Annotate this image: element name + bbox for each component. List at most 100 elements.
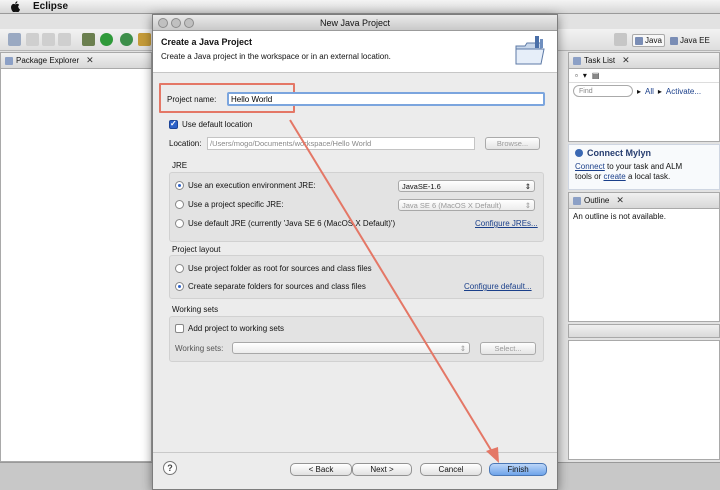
radio-icon[interactable] xyxy=(175,282,184,291)
project-specific-jre-select[interactable]: Java SE 6 (MacOS X Default) ⇕ xyxy=(398,199,535,211)
print-icon[interactable] xyxy=(58,33,71,46)
menu-dropdown-icon[interactable]: ▾ xyxy=(583,71,587,80)
task-list-view: Task List ✕ ▫ ▾ ▤ Find ▸ All ▸ Activate.… xyxy=(568,52,720,142)
java-perspective-icon xyxy=(635,36,643,45)
close-icon[interactable]: ✕ xyxy=(616,195,624,206)
mylyn-body: Connect to your task and ALM tools or cr… xyxy=(575,162,683,181)
package-explorer-icon xyxy=(5,56,13,65)
activate-link[interactable]: Activate... xyxy=(666,87,701,96)
wizard-heading: Create a Java Project xyxy=(161,37,253,47)
project-layout-label: Project layout xyxy=(172,245,221,254)
package-explorer-view: Package Explorer ✕ xyxy=(0,52,152,462)
bottom-view-area xyxy=(568,340,720,460)
project-name-label: Project name: xyxy=(167,94,217,104)
location-label: Location: xyxy=(169,139,202,148)
jre-group: Use an execution environment JRE: JavaSE… xyxy=(169,172,544,242)
use-default-location-checkbox[interactable] xyxy=(169,119,178,129)
new-java-class-icon[interactable] xyxy=(138,33,151,46)
layout-option-root-folder[interactable]: Use project folder as root for sources a… xyxy=(175,264,372,273)
radio-icon[interactable] xyxy=(175,181,184,190)
connect-link[interactable]: Connect xyxy=(575,162,605,171)
new-icon[interactable] xyxy=(8,33,21,46)
all-link[interactable]: All xyxy=(645,87,654,96)
perspective-java-button[interactable]: Java xyxy=(632,34,665,47)
configure-default-link[interactable]: Configure default... xyxy=(464,282,532,291)
cancel-button[interactable]: Cancel xyxy=(420,463,482,476)
open-perspective-icon[interactable] xyxy=(614,33,627,46)
add-to-working-sets-checkbox[interactable] xyxy=(175,324,184,333)
outline-view: Outline ✕ An outline is not available. xyxy=(568,192,720,322)
task-list-filter: Find ▸ All ▸ Activate... xyxy=(569,83,719,99)
wizard-banner: Create a Java Project Create a Java proj… xyxy=(153,31,557,73)
jre-option-execution-env[interactable]: Use an execution environment JRE: xyxy=(175,181,316,190)
finish-button[interactable]: Finish xyxy=(489,463,547,476)
back-button[interactable]: < Back xyxy=(290,463,352,476)
wizard-description: Create a Java project in the workspace o… xyxy=(161,52,391,61)
working-sets-label: Working sets xyxy=(172,305,219,314)
javaee-perspective-icon xyxy=(670,36,678,45)
add-to-working-sets-row: Add project to working sets xyxy=(175,324,284,333)
updown-chevron-icon: ⇕ xyxy=(524,200,531,210)
radio-icon[interactable] xyxy=(175,219,184,228)
close-window-button[interactable] xyxy=(158,18,168,28)
working-sets-select[interactable]: ⇕ xyxy=(232,342,470,354)
close-icon[interactable]: ✕ xyxy=(622,55,630,66)
updown-chevron-icon: ⇕ xyxy=(524,181,531,191)
select-button[interactable]: Select... xyxy=(480,342,536,355)
connect-mylyn-panel: Connect Mylyn Connect to your task and A… xyxy=(568,144,720,190)
jre-option-default[interactable]: Use default JRE (currently 'Java SE 6 (M… xyxy=(175,219,395,228)
perspective-javaee-button[interactable]: Java EE xyxy=(670,34,710,47)
create-link[interactable]: create xyxy=(603,172,625,181)
updown-chevron-icon: ⇕ xyxy=(459,343,466,353)
info-icon xyxy=(575,149,583,157)
apple-logo-icon[interactable] xyxy=(10,1,22,12)
dialog-title: New Java Project xyxy=(319,18,391,28)
outline-message: An outline is not available. xyxy=(573,212,666,221)
external-tools-icon[interactable] xyxy=(120,33,133,46)
use-default-location-row: Use default location xyxy=(169,119,252,129)
task-list-icon xyxy=(573,56,581,65)
right-panel: Task List ✕ ▫ ▾ ▤ Find ▸ All ▸ Activate.… xyxy=(568,52,720,462)
wizard-footer: ? < Back Next > Cancel Finish xyxy=(153,452,557,489)
mylyn-title: Connect Mylyn xyxy=(575,148,713,158)
working-sets-group: Add project to working sets Working sets… xyxy=(169,316,544,362)
working-sets-field-label: Working sets: xyxy=(175,344,224,353)
execution-env-select[interactable]: JavaSE-1.6 ⇕ xyxy=(398,180,535,192)
configure-jres-link[interactable]: Configure JREs... xyxy=(475,219,538,228)
jre-option-project-specific[interactable]: Use a project specific JRE: xyxy=(175,200,284,209)
package-explorer-tab[interactable]: Package Explorer ✕ xyxy=(1,53,151,69)
task-list-tab[interactable]: Task List ✕ xyxy=(569,53,719,69)
project-layout-group: Use project folder as root for sources a… xyxy=(169,255,544,299)
play-icon[interactable]: ▸ xyxy=(658,87,662,96)
debug-icon[interactable] xyxy=(82,33,95,46)
next-button[interactable]: Next > xyxy=(352,463,412,476)
help-icon[interactable]: ? xyxy=(163,461,177,475)
new-java-project-dialog: New Java Project Create a Java Project C… xyxy=(152,14,558,490)
browse-button[interactable]: Browse... xyxy=(485,137,540,150)
layout-option-separate-folders[interactable]: Create separate folders for sources and … xyxy=(175,282,366,291)
find-input[interactable]: Find xyxy=(573,85,633,97)
new-task-icon[interactable]: ▫ xyxy=(575,71,578,80)
minimize-window-button[interactable] xyxy=(171,18,181,28)
project-name-row: Project name: xyxy=(167,92,547,106)
run-icon[interactable] xyxy=(100,33,113,46)
radio-icon[interactable] xyxy=(175,264,184,273)
mac-menu-bar: Eclipse xyxy=(0,0,720,14)
jre-section-label: JRE xyxy=(172,161,188,170)
task-list-toolbar: ▫ ▾ ▤ xyxy=(569,69,719,83)
save-icon[interactable] xyxy=(26,33,39,46)
filter-icon[interactable]: ▤ xyxy=(592,71,600,80)
save-all-icon[interactable] xyxy=(42,33,55,46)
outline-icon xyxy=(573,196,581,205)
play-icon[interactable]: ▸ xyxy=(637,87,641,96)
dialog-titlebar: New Java Project xyxy=(153,15,557,31)
radio-icon[interactable] xyxy=(175,200,184,209)
project-name-input[interactable] xyxy=(227,92,545,106)
java-project-folder-icon xyxy=(515,36,545,65)
minimized-view-strip[interactable] xyxy=(568,324,720,338)
outline-tab[interactable]: Outline ✕ xyxy=(569,193,719,209)
location-field[interactable]: /Users/mogo/Documents/workspace/Hello Wo… xyxy=(207,137,475,150)
zoom-window-button[interactable] xyxy=(184,18,194,28)
close-icon[interactable]: ✕ xyxy=(86,55,94,66)
app-menu-eclipse[interactable]: Eclipse xyxy=(33,1,68,12)
